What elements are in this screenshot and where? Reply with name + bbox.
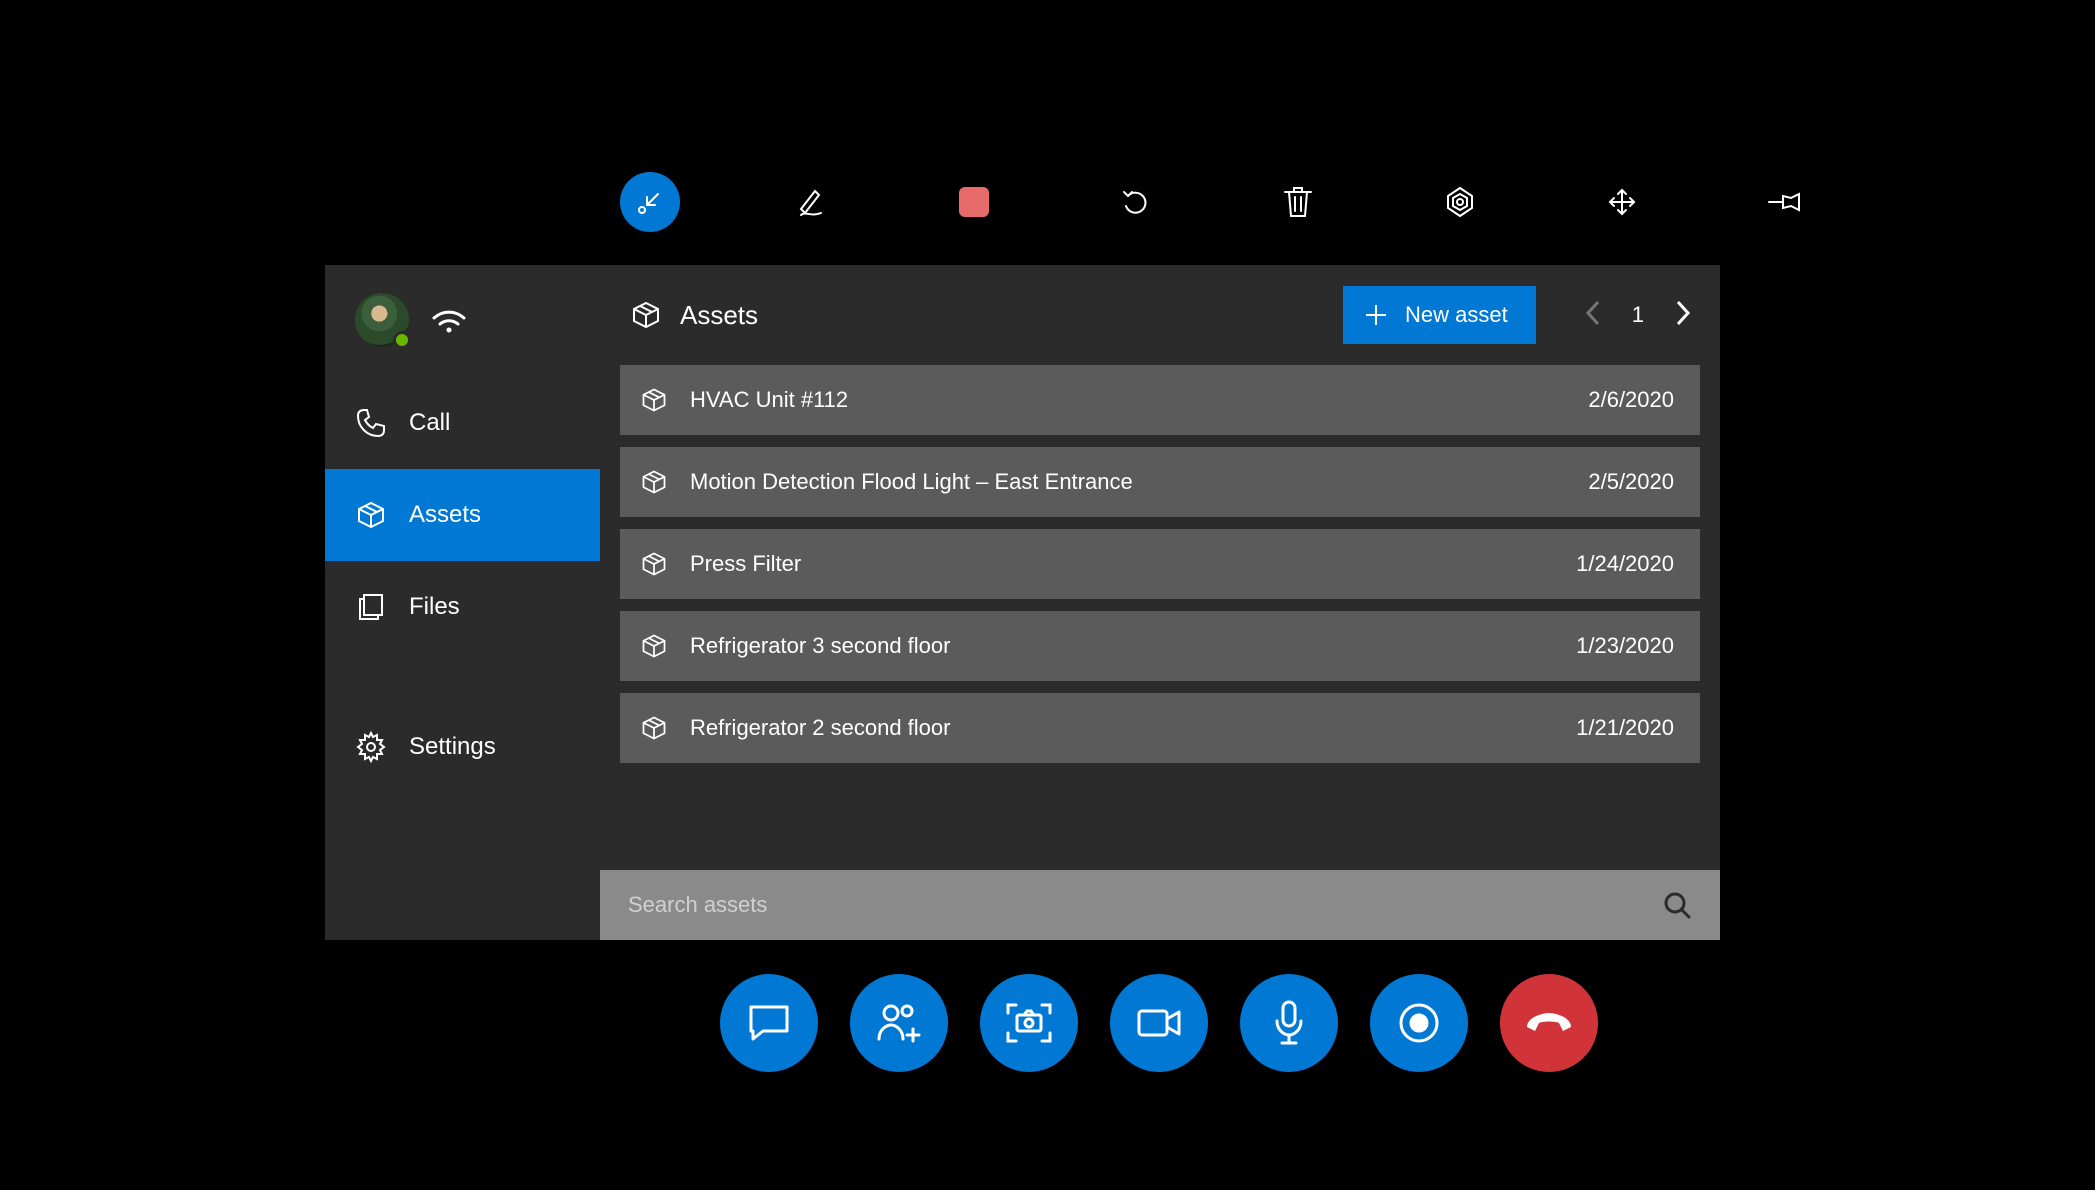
move-arrows-icon	[1606, 186, 1638, 218]
hang-up-icon	[1523, 1011, 1575, 1035]
sidebar-item-label: Assets	[409, 501, 481, 529]
pager-prev[interactable]	[1576, 291, 1610, 340]
asset-row[interactable]: Refrigerator 2 second floor 1/21/2020	[620, 693, 1700, 763]
profile-row	[325, 265, 600, 377]
box-icon	[630, 299, 662, 331]
asset-row[interactable]: Motion Detection Flood Light – East Entr…	[620, 447, 1700, 517]
call-controls	[720, 974, 1598, 1072]
avatar[interactable]	[355, 293, 409, 347]
gear-icon	[355, 731, 387, 763]
pager-next[interactable]	[1666, 291, 1700, 340]
asset-row[interactable]: HVAC Unit #112 2/6/2020	[620, 365, 1700, 435]
asset-name: Press Filter	[690, 551, 1554, 577]
sidebar-item-assets[interactable]: Assets	[325, 469, 600, 561]
target-button[interactable]	[1430, 172, 1490, 232]
search-input[interactable]	[628, 892, 1662, 918]
box-icon	[640, 468, 668, 496]
arrow-in-icon	[634, 186, 666, 218]
asset-date: 1/23/2020	[1576, 633, 1674, 659]
plus-icon	[1363, 302, 1389, 328]
sidebar-item-call[interactable]: Call	[325, 377, 600, 469]
box-icon	[640, 550, 668, 578]
asset-date: 2/5/2020	[1588, 469, 1674, 495]
hang-up-button[interactable]	[1500, 974, 1598, 1072]
microphone-button[interactable]	[1240, 974, 1338, 1072]
sidebar-item-label: Settings	[409, 733, 496, 761]
new-asset-label: New asset	[1405, 302, 1508, 328]
snapshot-button[interactable]	[980, 974, 1078, 1072]
record-icon	[1397, 1001, 1441, 1045]
asset-date: 1/24/2020	[1576, 551, 1674, 577]
ink-button[interactable]	[782, 172, 842, 232]
stop-recording-button[interactable]	[944, 172, 1004, 232]
chevron-right-icon	[1674, 299, 1692, 327]
undo-button[interactable]	[1106, 172, 1166, 232]
files-icon	[355, 591, 387, 623]
stop-icon	[959, 187, 989, 217]
trash-icon	[1283, 185, 1313, 219]
asset-name: Refrigerator 3 second floor	[690, 633, 1554, 659]
chevron-left-icon	[1584, 299, 1602, 327]
record-button[interactable]	[1370, 974, 1468, 1072]
ink-icon	[795, 185, 829, 219]
wifi-icon	[431, 306, 467, 334]
asset-row[interactable]: Refrigerator 3 second floor 1/23/2020	[620, 611, 1700, 681]
pin-icon	[1767, 190, 1801, 214]
video-icon	[1135, 1007, 1183, 1039]
sidebar-item-label: Files	[409, 593, 460, 621]
add-participant-button[interactable]	[850, 974, 948, 1072]
new-asset-button[interactable]: New asset	[1343, 286, 1536, 344]
asset-name: Refrigerator 2 second floor	[690, 715, 1554, 741]
people-add-icon	[875, 1001, 923, 1045]
asset-name: HVAC Unit #112	[690, 387, 1566, 413]
box-icon	[355, 499, 387, 531]
chat-button[interactable]	[720, 974, 818, 1072]
asset-row[interactable]: Press Filter 1/24/2020	[620, 529, 1700, 599]
camera-frame-icon	[1004, 1001, 1054, 1045]
delete-button[interactable]	[1268, 172, 1328, 232]
pager-page-number: 1	[1620, 302, 1656, 328]
pager: 1	[1576, 291, 1700, 340]
sidebar: Call Assets Files Settings	[325, 265, 600, 940]
asset-date: 2/6/2020	[1588, 387, 1674, 413]
sidebar-item-label: Call	[409, 409, 450, 437]
search-icon[interactable]	[1662, 890, 1692, 920]
sidebar-item-files[interactable]: Files	[325, 561, 600, 653]
chat-icon	[747, 1003, 791, 1043]
asset-name: Motion Detection Flood Light – East Entr…	[690, 469, 1566, 495]
content-area: Assets New asset 1 HVAC Unit #112	[600, 265, 1720, 940]
annotation-toolbar	[620, 172, 1814, 232]
box-icon	[640, 386, 668, 414]
asset-date: 1/21/2020	[1576, 715, 1674, 741]
microphone-icon	[1272, 999, 1306, 1047]
content-header: Assets New asset 1	[620, 265, 1700, 365]
search-row	[600, 870, 1720, 940]
target-icon	[1443, 185, 1477, 219]
app-panel: Call Assets Files Settings	[325, 265, 1720, 940]
box-icon	[640, 632, 668, 660]
undo-icon	[1120, 186, 1152, 218]
phone-icon	[355, 407, 387, 439]
box-icon	[640, 714, 668, 742]
asset-list: HVAC Unit #112 2/6/2020 Motion Detection…	[620, 365, 1700, 763]
minimize-arrow-button[interactable]	[620, 172, 680, 232]
sidebar-item-settings[interactable]: Settings	[325, 701, 600, 793]
presence-indicator	[393, 331, 411, 349]
page-title: Assets	[680, 300, 1325, 331]
pin-button[interactable]	[1754, 172, 1814, 232]
video-button[interactable]	[1110, 974, 1208, 1072]
move-button[interactable]	[1592, 172, 1652, 232]
